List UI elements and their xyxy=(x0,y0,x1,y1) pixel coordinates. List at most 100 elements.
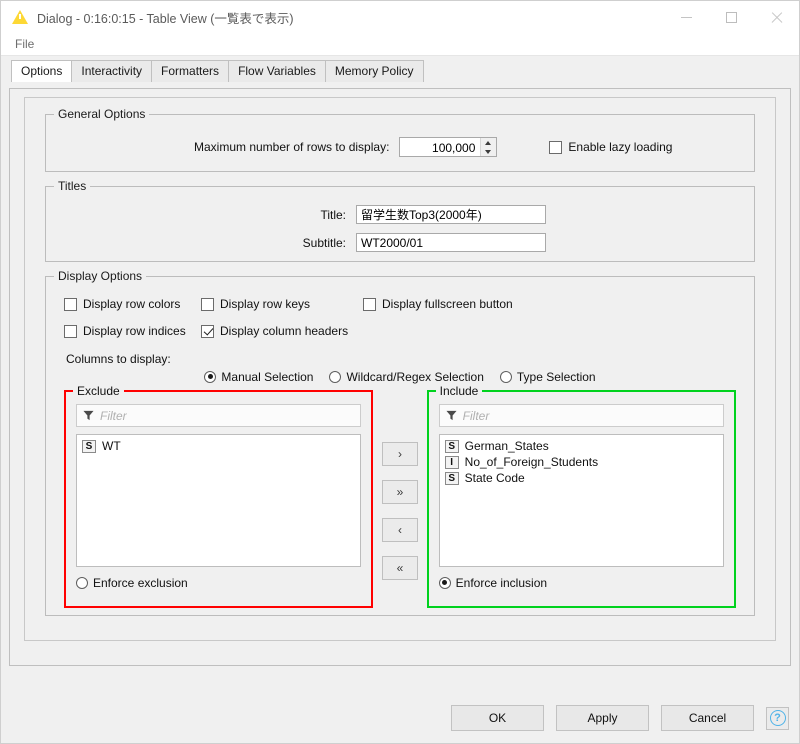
maximize-button[interactable] xyxy=(709,1,754,33)
column-filter: Exclude Filter S WT Enforce exclusion › … xyxy=(64,384,736,608)
warning-triangle-icon xyxy=(11,8,29,26)
list-item[interactable]: S State Code xyxy=(442,470,721,486)
spinner-buttons xyxy=(480,138,497,156)
radio-type-selection[interactable]: Type Selection xyxy=(499,370,596,384)
options-tab-panel: General Options Maximum number of rows t… xyxy=(9,88,791,666)
display-row-keys-label: Display row keys xyxy=(220,297,311,311)
tab-memory-policy[interactable]: Memory Policy xyxy=(324,60,424,82)
checkbox-box xyxy=(64,297,77,311)
window-controls xyxy=(664,1,799,33)
filter-funnel-icon xyxy=(446,410,457,421)
columns-to-display-label: Columns to display: xyxy=(66,352,171,366)
general-options-group: General Options Maximum number of rows t… xyxy=(45,107,755,172)
title-input[interactable]: 留学生数Top3(2000年) xyxy=(356,205,546,224)
display-row-colors-label: Display row colors xyxy=(83,297,181,311)
subtitle-label: Subtitle: xyxy=(302,235,346,250)
radio-dot xyxy=(438,577,451,589)
checkbox-box xyxy=(201,324,214,338)
include-panel: Include Filter S German_States I No_of_F… xyxy=(426,384,736,608)
cancel-button[interactable]: Cancel xyxy=(661,705,754,731)
enforce-inclusion-label: Enforce inclusion xyxy=(455,576,548,590)
title-label: Title: xyxy=(320,207,346,222)
max-rows-spinner[interactable]: 100,000 xyxy=(399,137,498,157)
radio-manual-selection[interactable]: Manual Selection xyxy=(204,370,313,384)
display-column-headers-checkbox[interactable]: Display column headers xyxy=(201,324,348,338)
menu-item-file[interactable]: File xyxy=(9,35,40,53)
exclude-filter-placeholder: Filter xyxy=(100,408,127,423)
move-left-button[interactable]: ‹ xyxy=(382,518,418,542)
tab-options[interactable]: Options xyxy=(11,60,73,82)
list-item-label: German_States xyxy=(464,439,549,453)
radio-dot xyxy=(204,371,217,383)
list-item-label: State Code xyxy=(464,471,525,485)
transfer-buttons: › » ‹ « xyxy=(373,390,426,580)
type-badge-string: S xyxy=(444,439,459,453)
exclude-panel: Exclude Filter S WT Enforce exclusion xyxy=(64,384,374,608)
tab-formatters[interactable]: Formatters xyxy=(151,60,230,82)
checkbox-box xyxy=(363,297,376,311)
display-row-keys-checkbox[interactable]: Display row keys xyxy=(201,297,363,311)
help-button[interactable]: ? xyxy=(766,706,789,730)
tab-flow-variables[interactable]: Flow Variables xyxy=(228,60,326,82)
tab-interactivity[interactable]: Interactivity xyxy=(71,60,153,82)
display-column-headers-label: Display column headers xyxy=(220,324,349,338)
minimize-button[interactable] xyxy=(664,1,709,33)
radio-wildcard-regex-selection[interactable]: Wildcard/Regex Selection xyxy=(329,370,484,384)
enforce-exclusion-radio[interactable]: Enforce exclusion xyxy=(76,576,361,590)
subtitle-input[interactable]: WT2000/01 xyxy=(356,233,546,252)
move-all-right-button[interactable]: » xyxy=(382,480,418,504)
selection-mode-radios: Manual Selection Wildcard/Regex Selectio… xyxy=(56,370,744,384)
help-icon: ? xyxy=(769,710,786,726)
max-rows-label: Maximum number of rows to display: xyxy=(194,140,390,154)
checkbox-box xyxy=(201,297,214,311)
minimize-icon xyxy=(681,16,692,18)
type-selection-label: Type Selection xyxy=(516,370,596,384)
list-item[interactable]: S German_States xyxy=(442,438,721,454)
exclude-filter-input[interactable]: Filter xyxy=(76,404,362,427)
exclude-legend: Exclude xyxy=(73,384,124,398)
maximize-icon xyxy=(726,11,737,23)
close-icon xyxy=(770,11,783,24)
enforce-exclusion-label: Enforce exclusion xyxy=(93,576,188,590)
title-bar: Dialog - 0:16:0:15 - Table View (一覧表で表示) xyxy=(1,1,799,33)
type-badge-string: S xyxy=(82,439,96,453)
manual-selection-label: Manual Selection xyxy=(221,370,314,384)
display-row-colors-checkbox[interactable]: Display row colors xyxy=(64,297,201,311)
display-options-group: Display Options Display row colors Displ… xyxy=(45,269,755,616)
checkbox-box xyxy=(64,324,77,338)
list-item-label: WT xyxy=(102,439,121,453)
general-options-legend: General Options xyxy=(54,107,150,121)
enable-lazy-loading-checkbox[interactable]: Enable lazy loading xyxy=(549,140,672,154)
include-legend: Include xyxy=(435,384,483,398)
type-badge-string: S xyxy=(444,471,459,485)
filter-funnel-icon xyxy=(83,410,94,421)
move-all-left-button[interactable]: « xyxy=(382,556,418,580)
include-filter-input[interactable]: Filter xyxy=(438,404,724,427)
include-list[interactable]: S German_States I No_of_Foreign_Students… xyxy=(438,434,724,567)
display-row-indices-label: Display row indices xyxy=(83,324,186,338)
radio-dot xyxy=(499,371,512,383)
dialog-window: Dialog - 0:16:0:15 - Table View (一覧表で表示)… xyxy=(0,0,800,744)
checkbox-box xyxy=(549,140,563,154)
display-row-indices-checkbox[interactable]: Display row indices xyxy=(64,324,201,338)
max-rows-value[interactable]: 100,000 xyxy=(400,138,480,156)
move-right-button[interactable]: › xyxy=(382,442,418,466)
ok-button[interactable]: OK xyxy=(451,705,544,731)
list-item[interactable]: I No_of_Foreign_Students xyxy=(442,454,721,470)
tab-strip: Options Interactivity Formatters Flow Va… xyxy=(1,56,799,82)
spinner-up-icon[interactable] xyxy=(481,138,496,147)
menu-bar: File xyxy=(1,33,799,56)
close-button[interactable] xyxy=(754,1,799,33)
exclude-list[interactable]: S WT xyxy=(76,434,362,567)
display-fullscreen-button-checkbox[interactable]: Display fullscreen button xyxy=(363,297,513,311)
titles-legend: Titles xyxy=(54,179,91,193)
spinner-down-icon[interactable] xyxy=(481,147,496,156)
type-badge-integer: I xyxy=(444,455,459,469)
include-filter-placeholder: Filter xyxy=(462,408,490,423)
dialog-button-bar: OK Apply Cancel ? xyxy=(451,705,789,731)
wildcard-regex-selection-label: Wildcard/Regex Selection xyxy=(346,370,484,384)
list-item-label: No_of_Foreign_Students xyxy=(464,455,599,469)
apply-button[interactable]: Apply xyxy=(556,705,649,731)
list-item[interactable]: S WT xyxy=(79,438,358,454)
enforce-inclusion-radio[interactable]: Enforce inclusion xyxy=(438,576,724,590)
